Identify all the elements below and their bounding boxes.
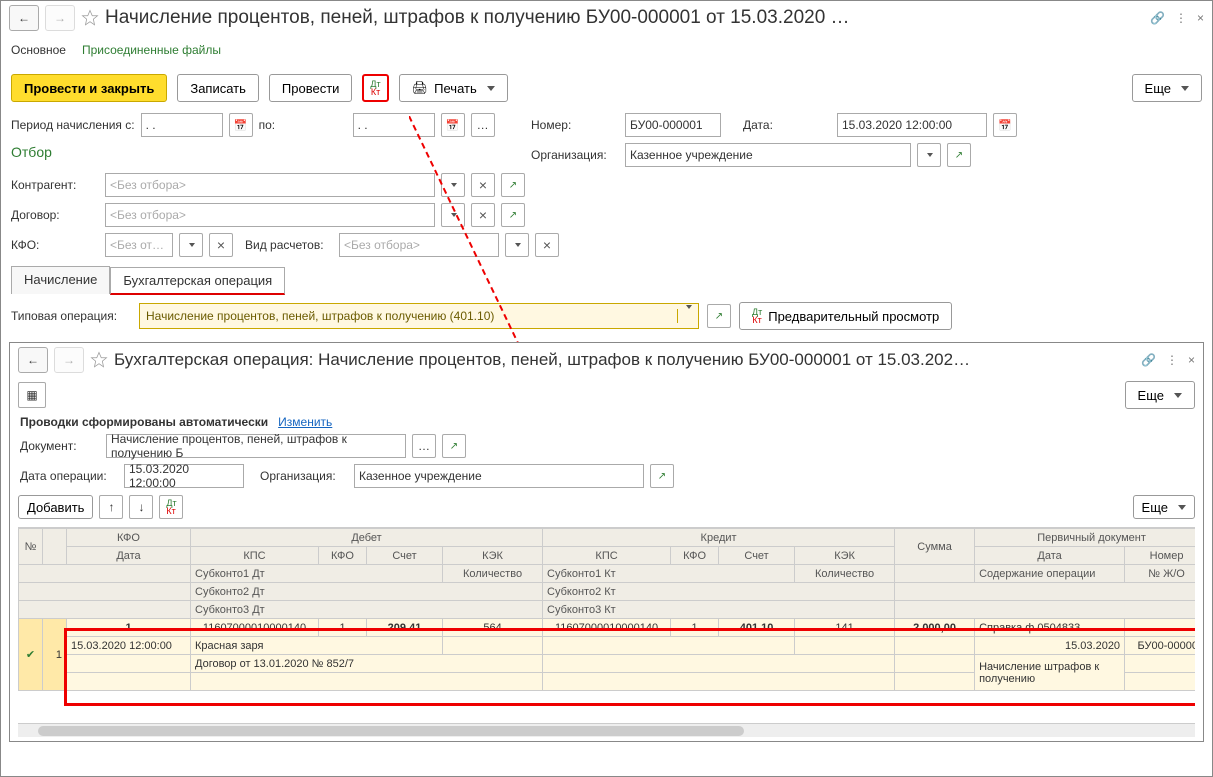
contragent-input[interactable]: <Без отбора> (105, 173, 435, 197)
p2-move-up[interactable]: ↑ (99, 495, 123, 519)
kfo-clear[interactable] (209, 233, 233, 257)
p2-date-input[interactable]: 15.03.2020 12:00:00 (124, 464, 244, 488)
number-input[interactable]: БУ00-000001 (625, 113, 721, 137)
print-button[interactable]: 🖨 Печать (399, 74, 508, 102)
p2-link-icon[interactable]: 🔗 (1141, 353, 1156, 367)
contragent-label: Контрагент: (11, 178, 99, 192)
p2-org-input[interactable]: Казенное учреждение (354, 464, 644, 488)
horizontal-scrollbar[interactable] (18, 723, 1195, 737)
dtkt-icon: ДтКт (370, 80, 380, 96)
typop-dropdown[interactable] (677, 309, 692, 323)
p2-grid-icon-button[interactable]: ▦ (18, 382, 46, 408)
date-label: Дата: (743, 118, 831, 132)
dtkt-button[interactable]: ДтКт (362, 74, 388, 102)
date-calendar[interactable] (993, 113, 1017, 137)
tab-accrual[interactable]: Начисление (11, 266, 110, 294)
table-row[interactable]: 15.03.2020 12:00:00 Красная заря 15.03.2… (19, 637, 1196, 655)
org-dropdown[interactable] (917, 143, 941, 167)
p2-back-button[interactable]: ← (18, 347, 48, 373)
preview-button[interactable]: ДтКт Предварительный просмотр (739, 302, 952, 330)
calc-clear[interactable] (535, 233, 559, 257)
period-ellipsis[interactable] (471, 113, 495, 137)
p2-close-icon[interactable]: × (1188, 353, 1195, 367)
favorite-star-icon[interactable] (81, 9, 99, 27)
typop-input[interactable]: Начисление процентов, пеней, штрафов к п… (139, 303, 699, 329)
p2-favorite-star-icon[interactable] (90, 351, 108, 369)
number-label: Номер: (531, 118, 619, 132)
p2-title: Бухгалтерская операция: Начисление проце… (114, 350, 1135, 370)
period-from-label: Период начисления с: (11, 118, 135, 132)
post-button[interactable]: Провести (269, 74, 353, 102)
p2-forward-button: → (54, 347, 84, 373)
p2-auto-label: Проводки сформированы автоматически (20, 415, 268, 429)
p2-change-link[interactable]: Изменить (278, 415, 332, 429)
close-icon[interactable]: × (1197, 11, 1204, 25)
p2-doc-ellipsis[interactable] (412, 434, 436, 458)
typop-label: Типовая операция: (11, 309, 131, 323)
filter-section-title: Отбор (1, 140, 521, 170)
tab-main[interactable]: Основное (11, 39, 66, 61)
typop-open[interactable] (707, 304, 731, 328)
save-button[interactable]: Записать (177, 74, 259, 102)
dtkt-icon: ДтКт (752, 308, 762, 324)
p2-date-label: Дата операции: (20, 469, 118, 483)
calc-input[interactable]: <Без отбора> (339, 233, 499, 257)
table-row[interactable]: Договор от 13.01.2020 № 852/7 Начисление… (19, 655, 1196, 673)
kebab-icon[interactable]: ⋮ (1175, 11, 1187, 25)
date-input[interactable]: 15.03.2020 12:00:00 (837, 113, 987, 137)
p2-add-button[interactable]: Добавить (18, 495, 93, 519)
p2-move-down[interactable]: ↓ (129, 495, 153, 519)
contract-label: Договор: (11, 208, 99, 222)
tab-accounting-op[interactable]: Бухгалтерская операция (110, 267, 285, 295)
p2-doc-input[interactable]: Начисление процентов, пеней, штрафов к п… (106, 434, 406, 458)
kfo-input[interactable]: <Без от… (105, 233, 173, 257)
contract-input[interactable]: <Без отбора> (105, 203, 435, 227)
p2-kebab-icon[interactable]: ⋮ (1166, 353, 1178, 367)
period-from-calendar[interactable] (229, 113, 253, 137)
contract-open[interactable] (501, 203, 525, 227)
row-check-icon: ✔ (19, 619, 43, 691)
back-button[interactable]: ← (9, 5, 39, 31)
contract-clear[interactable] (471, 203, 495, 227)
org-input[interactable]: Казенное учреждение (625, 143, 911, 167)
entries-grid[interactable]: № КФО Дебет Кредит Сумма Первичный докум… (18, 528, 1195, 691)
contragent-open[interactable] (501, 173, 525, 197)
period-from-input[interactable]: . . (141, 113, 223, 137)
calc-dropdown[interactable] (505, 233, 529, 257)
window-title: Начисление процентов, пеней, штрафов к п… (105, 7, 1144, 29)
kfo-dropdown[interactable] (179, 233, 203, 257)
contract-dropdown[interactable] (441, 203, 465, 227)
p2-grid-more-button[interactable]: Еще (1133, 495, 1195, 519)
p2-more-button[interactable]: Еще (1125, 381, 1195, 409)
org-label: Организация: (531, 148, 619, 162)
post-and-close-button[interactable]: Провести и закрыть (11, 74, 167, 102)
p2-dtkt-small[interactable]: ДтКт (159, 495, 183, 519)
tab-files[interactable]: Присоединенные файлы (82, 39, 221, 61)
calc-label: Вид расчетов: (245, 238, 333, 252)
link-icon[interactable]: 🔗 (1150, 11, 1165, 25)
p2-org-open[interactable] (650, 464, 674, 488)
contragent-clear[interactable] (471, 173, 495, 197)
kfo-label: КФО: (11, 238, 99, 252)
contragent-dropdown[interactable] (441, 173, 465, 197)
period-to-input[interactable]: . . (353, 113, 435, 137)
period-to-calendar[interactable] (441, 113, 465, 137)
p2-doc-open[interactable] (442, 434, 466, 458)
p2-doc-label: Документ: (20, 439, 100, 453)
forward-button: → (45, 5, 75, 31)
more-button[interactable]: Еще (1132, 74, 1202, 102)
p2-org-label: Организация: (260, 469, 348, 483)
period-to-label: по: (259, 118, 347, 132)
table-row[interactable]: ✔ 1 1 11607000010000140 1 209.41 564 116… (19, 619, 1196, 637)
org-open[interactable] (947, 143, 971, 167)
